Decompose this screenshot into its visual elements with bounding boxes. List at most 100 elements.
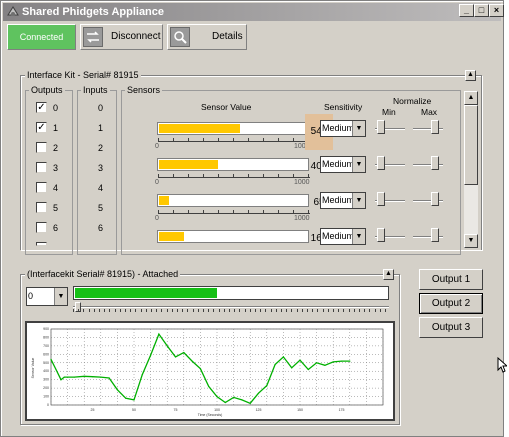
- scale-tick: [173, 210, 174, 213]
- output-checkbox-4[interactable]: [36, 182, 47, 193]
- collapse-icon: ▲: [385, 270, 392, 277]
- trackbar-tick: [197, 309, 199, 312]
- sensor-scale-min-0: 0: [155, 143, 159, 150]
- trackbar-tick: [343, 309, 345, 312]
- output-checkbox-1[interactable]: ✓: [36, 122, 47, 133]
- trackbar-tick: [244, 309, 246, 312]
- scale-tick: [203, 210, 204, 213]
- output-checkbox-3[interactable]: [36, 162, 47, 173]
- slider-thumb[interactable]: [431, 192, 439, 206]
- output-checkbox-partial[interactable]: [36, 242, 47, 246]
- sensitivity-select-1[interactable]: Medium ▼: [320, 156, 366, 173]
- chart-point: [150, 354, 152, 356]
- sensor-scale-1: [158, 172, 310, 178]
- output-1-button[interactable]: Output 1: [419, 269, 483, 290]
- app-window: Shared Phidgets Appliance _ □ × Connecte…: [0, 0, 507, 437]
- sensor-scale-2: [158, 208, 310, 214]
- trackbar-tick: [182, 309, 184, 312]
- scroll-down-button[interactable]: ▼: [464, 234, 478, 248]
- slider-thumb[interactable]: [431, 228, 439, 242]
- close-button[interactable]: ×: [489, 4, 504, 17]
- input-label-0: 0: [98, 103, 104, 113]
- output-2-button[interactable]: Output 2: [419, 293, 483, 314]
- chart-point: [166, 345, 168, 347]
- sensitivity-select-0[interactable]: Medium ▼: [320, 120, 366, 137]
- chart-point: [174, 356, 177, 358]
- sensor-scale-max-2: 1000: [294, 215, 310, 222]
- chart-point: [183, 352, 185, 354]
- output-3-label: Output 3: [431, 322, 471, 333]
- maximize-button[interactable]: □: [474, 4, 489, 17]
- title-bar: Shared Phidgets Appliance: [3, 3, 501, 21]
- output-checkbox-5[interactable]: [36, 202, 47, 213]
- trackbar-tick: [166, 309, 168, 312]
- normalize-max-slider-0[interactable]: [413, 120, 443, 134]
- chart-point: [257, 392, 260, 394]
- minimize-button[interactable]: _: [459, 4, 474, 17]
- normalize-min-slider-3[interactable]: [375, 228, 405, 242]
- sensitivity-select-2[interactable]: Medium ▼: [320, 192, 366, 209]
- trackbar-tick: [265, 309, 267, 312]
- trackbar-tick: [83, 309, 85, 312]
- output-checkbox-2[interactable]: [36, 142, 47, 153]
- close-icon: ×: [493, 5, 500, 15]
- output-checkbox-6[interactable]: [36, 222, 47, 233]
- normalize-min-slider-1[interactable]: [375, 156, 405, 170]
- chart-tick-labels: 0 100 200 300 400 500 600 700 800 900 25 50 75 100 125…: [43, 327, 344, 412]
- normalize-max-slider-3[interactable]: [413, 228, 443, 242]
- scroll-up-icon: ▲: [467, 94, 475, 101]
- sensor-bar-1: [157, 158, 309, 171]
- scale-tick: [293, 210, 294, 213]
- scroll-up-button[interactable]: ▲: [464, 91, 478, 105]
- resize-cursor-icon: [497, 357, 507, 373]
- trackbar-tick: [327, 309, 329, 312]
- normalize-min-slider-0[interactable]: [375, 120, 405, 134]
- slider-thumb[interactable]: [377, 192, 385, 206]
- details-label: Details: [212, 31, 243, 42]
- scale-tick: [248, 174, 249, 177]
- collapse-attached-button[interactable]: ▲: [383, 269, 394, 280]
- chart-point: [316, 362, 318, 364]
- output-checkbox-0[interactable]: ✓: [36, 102, 47, 113]
- trackbar-tick: [301, 309, 303, 312]
- inputs-group: Inputs: [77, 85, 117, 255]
- output-3-button[interactable]: Output 3: [419, 317, 483, 338]
- chart-point: [233, 396, 235, 398]
- collapse-interface-kit-button[interactable]: ▲: [465, 70, 476, 81]
- chart-grid: [50, 328, 384, 406]
- sensitivity-select-3[interactable]: Medium ▼: [320, 228, 366, 245]
- interface-kit-scrollbar[interactable]: ▲ ▼: [464, 91, 478, 248]
- scroll-down-icon: ▼: [467, 237, 475, 244]
- chart-point: [282, 356, 284, 358]
- slider-thumb[interactable]: [431, 156, 439, 170]
- connected-status-button[interactable]: Connected: [7, 24, 76, 50]
- chart-y-tick-label: 400: [43, 369, 49, 373]
- chart-y-tick-label: 800: [43, 335, 49, 339]
- details-button[interactable]: Details: [167, 24, 247, 50]
- min-header: Min: [382, 107, 396, 117]
- chart-y-tick-label: 700: [43, 344, 49, 348]
- scale-tick: [203, 174, 204, 177]
- normalize-max-slider-2[interactable]: [413, 192, 443, 206]
- sensor-trackbar[interactable]: [73, 302, 389, 312]
- normalize-min-slider-2[interactable]: [375, 192, 405, 206]
- chart-point: [73, 376, 75, 378]
- disconnect-button[interactable]: Disconnect: [80, 24, 163, 50]
- sensor-progress-fill: [75, 288, 217, 298]
- chart-point: [249, 402, 251, 404]
- trackbar-tick: [249, 309, 251, 312]
- sensor-scale-min-2: 0: [155, 215, 159, 222]
- sensor-bar-2: [157, 194, 309, 207]
- trackbar-tick: [348, 309, 350, 312]
- slider-thumb[interactable]: [377, 156, 385, 170]
- scroll-thumb[interactable]: [464, 105, 478, 185]
- slider-thumb[interactable]: [377, 120, 385, 134]
- chart-point: [266, 384, 268, 387]
- output-label-4: 4: [53, 183, 59, 193]
- slider-thumb[interactable]: [431, 120, 439, 134]
- chart-point: [299, 359, 301, 361]
- scale-tick: [278, 138, 279, 141]
- slider-thumb[interactable]: [377, 228, 385, 242]
- sensor-select[interactable]: 0 ▼: [26, 287, 68, 306]
- normalize-max-slider-1[interactable]: [413, 156, 443, 170]
